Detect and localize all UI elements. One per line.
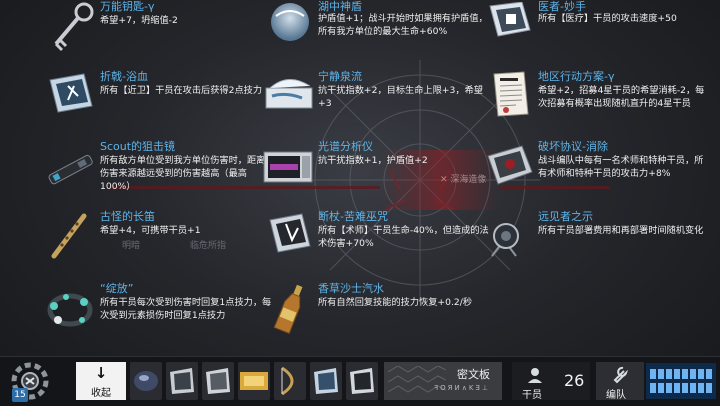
relic-description: 所有【医疗】干员的攻击速度+50: [538, 13, 677, 24]
relic-name: 万能钥匙-γ: [100, 0, 155, 13]
relic-name: 折戟-浴血: [100, 70, 148, 83]
relic-item[interactable]: Scout的狙击镜 所有敌方单位受到我方单位伤害时，距离伤害来源越远受到的伤害越…: [44, 138, 272, 200]
squad-members-icon[interactable]: [646, 363, 716, 399]
flute-icon: [51, 213, 87, 259]
operators-count: 26: [564, 371, 585, 390]
relic-count-badge: 15: [12, 388, 28, 402]
cipher-tablet-button[interactable]: 密文板 ꟻОЯИ∧ΚƎ⊥: [384, 362, 502, 400]
relic-item[interactable]: 光谱分析仪 抗干扰指数+1，护盾值+2: [262, 138, 490, 200]
relic-description: 所有【术师】干员生命-40%，但造成的法术伤害+70%: [318, 225, 489, 249]
relic-item[interactable]: 破坏协议-消除 战斗编队中每有一名术师和特种干员，所有术师和特种干员的攻击力+8…: [482, 138, 710, 200]
relic-name: 香草沙士汽水: [318, 282, 384, 295]
medic-book-icon: [489, 2, 531, 37]
relic-item[interactable]: 湖中神盾 护盾值+1；战斗开始时如果拥有护盾值，所有我方单位的最大生命+60%: [262, 0, 490, 62]
relic-name: 光谱分析仪: [318, 140, 373, 153]
relic-description: 所有【近卫】干员在攻击后获得2点技力: [100, 85, 263, 96]
card-thumbnail-icon[interactable]: [202, 362, 234, 400]
protocol-card-icon: [487, 145, 533, 185]
relic-description: 所有干员部署费用和再部署时间随机变化: [538, 225, 704, 236]
squad-label: 编队: [606, 390, 626, 401]
soda-bottle-icon: [273, 284, 303, 335]
relic-item[interactable]: 断杖-苦难巫咒 所有【术师】干员生命-40%，但造成的法术伤害+70%: [262, 208, 490, 270]
relic-name: 断杖-苦难巫咒: [318, 210, 388, 223]
arrow-down-icon: ↓: [94, 364, 108, 382]
analyzer-icon: [263, 151, 313, 183]
relic-item[interactable]: 远见者之示 所有干员部署费用和再部署时间随机变化: [482, 208, 710, 270]
relic-name: Scout的狙击镜: [100, 140, 176, 153]
relic-description: 希望+2，招募4星干员的希望消耗-2，每次招募有概率出现随机直升的4星干员: [538, 85, 705, 109]
book-thumbnail-icon[interactable]: [310, 362, 342, 400]
cipher-tablet-label: 密文板: [457, 368, 490, 381]
ticket-thumbnail-icon[interactable]: [238, 362, 270, 400]
shield-orb-icon: [271, 3, 309, 41]
operators-label: 干员: [522, 390, 542, 401]
relic-description: 战斗编队中每有一名术师和特种干员，所有术师和特种干员的攻击力+8%: [538, 155, 704, 179]
relic-description: 所有敌方单位受到我方单位伤害时，距离伤害来源越远受到的伤害越高（最高100%）: [100, 155, 266, 192]
bow-thumbnail-icon[interactable]: [274, 362, 306, 400]
relic-description: 所有自然回复技能的技力恢复+0.2/秒: [318, 297, 473, 308]
collapse-label: 收起: [91, 388, 111, 399]
operators-button[interactable]: 干员 26: [512, 362, 590, 401]
cipher-tablet-sublabel: ꟻОЯИ∧ΚƎ⊥: [434, 384, 490, 392]
relic-name: 破坏协议-消除: [538, 140, 608, 153]
wrench-icon: [613, 366, 628, 384]
relic-item[interactable]: 古怪的长笛 希望+4，可携带干员+1: [44, 208, 272, 270]
document-icon: [493, 71, 529, 117]
scope-icon: [48, 154, 93, 185]
relic-name: 古怪的长笛: [100, 210, 155, 223]
book-thumbnail-icon[interactable]: [346, 362, 378, 400]
collapse-button[interactable]: ↓ 收起: [76, 362, 126, 400]
relic-description: 护盾值+1；战斗开始时如果拥有护盾值，所有我方单位的最大生命+60%: [318, 13, 488, 37]
squad-button[interactable]: 编队: [596, 362, 644, 401]
relic-name: 远见者之示: [538, 210, 593, 223]
relic-name: “绽放”: [100, 282, 134, 295]
orb-thumbnail-icon[interactable]: [130, 362, 162, 400]
relic-item[interactable]: 宁静泉流 抗干扰指数+2，目标生命上限+3，希望+3: [262, 68, 490, 130]
relic-name: 宁静泉流: [318, 70, 362, 83]
guard-book-icon: [49, 73, 93, 113]
relic-item[interactable]: 地区行动方案-γ 希望+2，招募4星干员的希望消耗-2，每次招募有概率出现随机直…: [482, 68, 710, 130]
relic-description: 抗干扰指数+2，目标生命上限+3，希望+3: [318, 85, 483, 109]
relic-item[interactable]: 万能钥匙-γ 希望+7，坍缩值-2: [44, 0, 272, 62]
relic-description: 抗干扰指数+1，护盾值+2: [318, 155, 428, 166]
operator-icon: [528, 368, 542, 383]
relic-name: 地区行动方案-γ: [538, 70, 615, 83]
relic-item[interactable]: 折戟-浴血 所有【近卫】干员在攻击后获得2点技力: [44, 68, 272, 130]
relic-description: 希望+4，可携带干员+1: [100, 225, 201, 236]
caster-book-icon: [269, 213, 311, 253]
telescope-icon: [491, 223, 519, 257]
relic-item[interactable]: 医者-妙手 所有【医疗】干员的攻击速度+50: [482, 0, 710, 62]
relic-description: 所有干员每次受到伤害时回复1点技力，每次受到元素损伤时回复1点技力: [100, 297, 272, 321]
relic-item[interactable]: 香草沙士汽水 所有自然回复技能的技力恢复+0.2/秒: [262, 280, 490, 342]
flower-wreath-icon: [47, 293, 93, 327]
key-icon: [54, 2, 94, 52]
fountain-box-icon: [265, 79, 313, 109]
relic-item[interactable]: “绽放” 所有干员每次受到伤害时回复1点技力，每次受到元素损伤时回复1点技力: [44, 280, 272, 342]
card-thumbnail-icon[interactable]: [166, 362, 198, 400]
relic-description: 希望+7，坍缩值-2: [100, 15, 178, 26]
